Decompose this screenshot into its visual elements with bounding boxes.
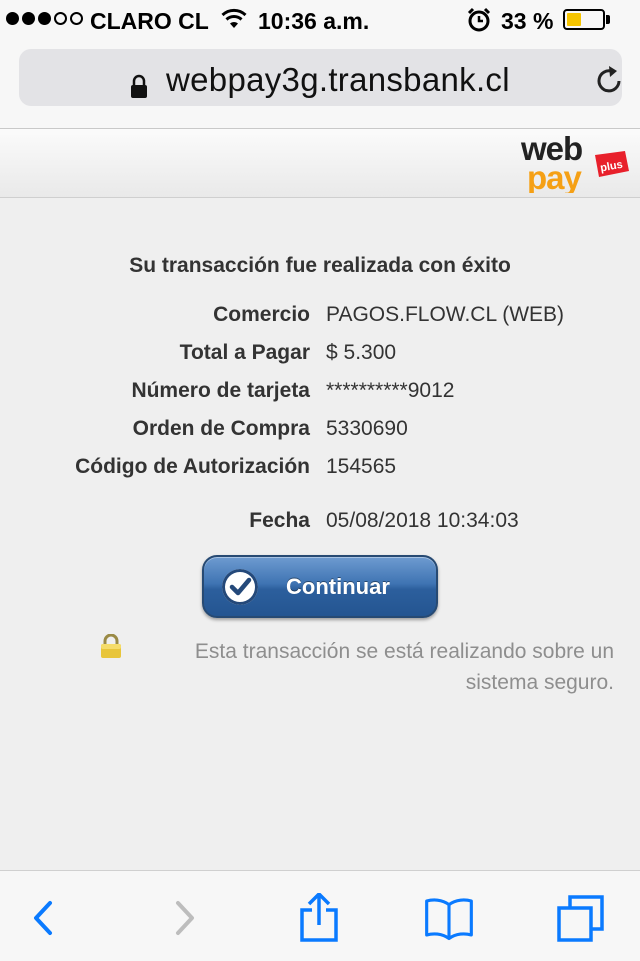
wifi-icon — [221, 8, 247, 36]
bookmarks-icon[interactable] — [424, 893, 474, 943]
receipt-row-order: Orden de Compra 5330690 — [0, 417, 640, 447]
checkmark-icon — [222, 569, 258, 605]
row-label: Número de tarjeta — [131, 379, 310, 402]
secure-notice: Esta transacción se está realizando sobr… — [126, 636, 614, 698]
signal-strength-icon — [6, 12, 83, 25]
continue-label: Continuar — [286, 574, 390, 599]
row-label: Total a Pagar — [179, 341, 310, 364]
secure-notice-line2: sistema seguro. — [465, 671, 614, 694]
forward-icon[interactable] — [158, 893, 208, 943]
receipt-content: Su transacción fue realizada con éxito C… — [0, 198, 640, 870]
status-bar: CLARO CL 10:36 a.m. 33 % — [0, 0, 640, 40]
receipt-row-total: Total a Pagar $ 5.300 — [0, 341, 640, 371]
browser-toolbar — [0, 870, 640, 961]
row-value: 05/08/2018 10:34:03 — [326, 509, 519, 532]
carrier-name: CLARO CL — [90, 8, 209, 34]
row-value: $ 5.300 — [326, 341, 397, 364]
receipt-row-card: Número de tarjeta **********9012 — [0, 379, 640, 409]
svg-text:pay: pay — [527, 159, 583, 193]
tabs-icon[interactable] — [556, 893, 606, 943]
url-text[interactable]: webpay3g.transbank.cl — [166, 61, 510, 99]
receipt-row-date: Fecha 05/08/2018 10:34:03 — [0, 509, 640, 539]
battery-percent: 33 % — [501, 8, 554, 34]
reload-icon[interactable] — [595, 65, 625, 95]
continue-button[interactable]: Continuar — [202, 555, 438, 618]
row-value: **********9012 — [326, 379, 455, 402]
alarm-icon — [466, 6, 492, 40]
row-label: Comercio — [213, 303, 310, 326]
row-label: Código de Autorización — [75, 455, 310, 478]
browser-address-area: webpay3g.transbank.cl — [0, 40, 640, 129]
row-value: 5330690 — [326, 417, 408, 440]
row-label: Fecha — [249, 509, 310, 532]
webpay-plus-logo: web pay plus — [520, 133, 629, 193]
status-time: 10:36 a.m. — [258, 8, 370, 34]
back-icon[interactable] — [20, 893, 70, 943]
share-icon[interactable] — [294, 893, 344, 943]
battery-icon — [563, 9, 605, 30]
webpay-header: web pay plus — [0, 129, 640, 198]
row-value: PAGOS.FLOW.CL (WEB) — [326, 303, 565, 326]
receipt-row-authorization: Código de Autorización 154565 — [0, 455, 640, 485]
receipt-row-comercio: Comercio PAGOS.FLOW.CL (WEB) — [0, 303, 640, 333]
row-label: Orden de Compra — [132, 417, 310, 440]
padlock-icon — [101, 634, 121, 658]
lock-icon — [131, 74, 147, 98]
success-title: Su transacción fue realizada con éxito — [129, 254, 511, 277]
row-value: 154565 — [326, 455, 397, 478]
secure-notice-line1: Esta transacción se está realizando sobr… — [194, 640, 614, 663]
battery-tip — [606, 15, 610, 24]
url-field[interactable]: webpay3g.transbank.cl — [19, 49, 622, 106]
